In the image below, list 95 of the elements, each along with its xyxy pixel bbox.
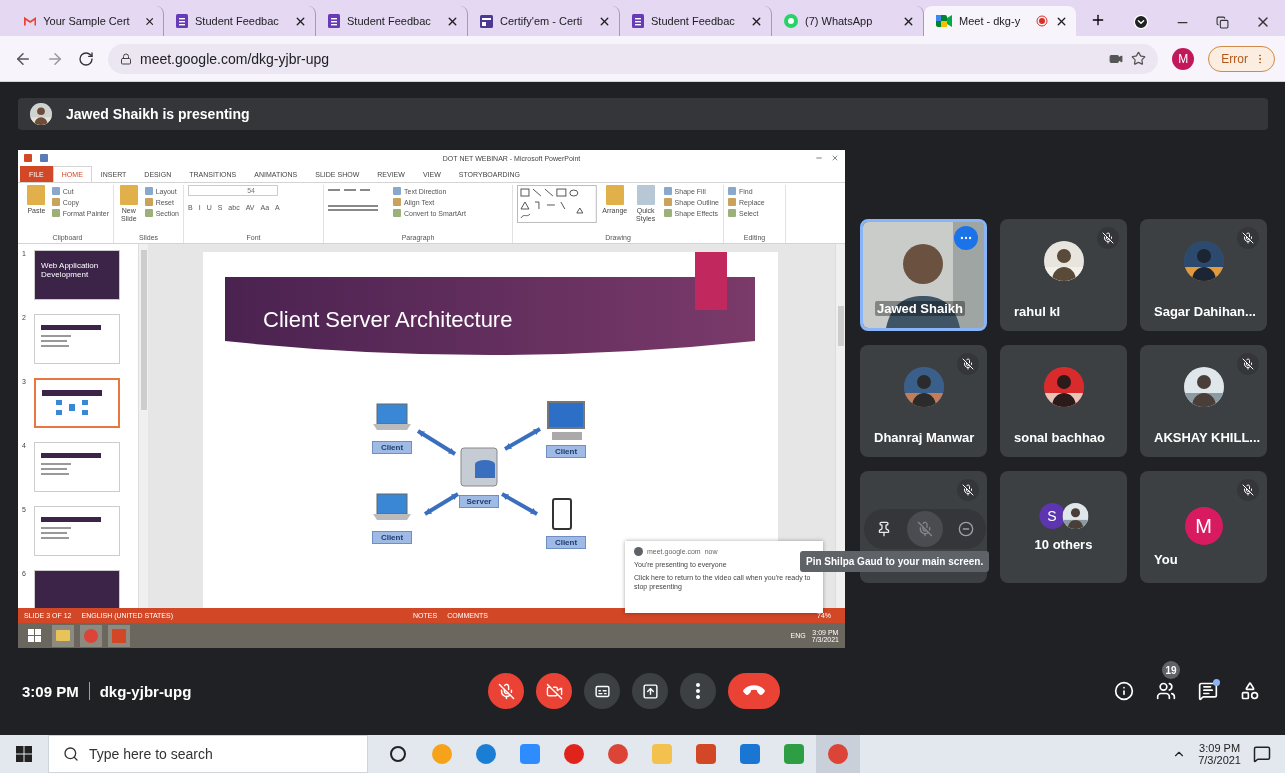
shapes-gallery-icon xyxy=(517,185,597,223)
document-icon xyxy=(480,14,493,28)
meeting-code: dkg-yjbr-upg xyxy=(99,682,192,700)
presentation-app-icon xyxy=(108,624,130,647)
folder-icon xyxy=(52,624,74,647)
save-icon xyxy=(40,154,48,162)
url-text: meet.google.com/dkg-yjbr-upg xyxy=(140,50,330,67)
tab-search-icon[interactable] xyxy=(1133,14,1149,30)
present-button[interactable] xyxy=(632,673,668,709)
node-label: Server xyxy=(459,495,499,508)
tab-title: Student Feedbac xyxy=(195,15,279,27)
slide-thumbnail[interactable] xyxy=(34,506,120,556)
phone-icon xyxy=(552,498,572,530)
site-icon xyxy=(634,547,643,557)
tab-title: Student Feedbac xyxy=(651,15,735,27)
mail-icon xyxy=(24,15,37,27)
participant-name: Jawed Shaikh xyxy=(875,301,965,316)
mic-off-icon xyxy=(497,682,515,700)
double-arrow xyxy=(416,429,457,456)
bookmark-star-icon[interactable] xyxy=(1131,51,1147,66)
presenter-text: Jawed Shaikh is presenting xyxy=(66,106,250,122)
search-icon xyxy=(63,746,79,762)
meeting-time: 3:09 PM xyxy=(22,682,79,700)
node-label: Client xyxy=(546,445,586,458)
node-label: Client xyxy=(372,531,412,544)
mic-off-icon xyxy=(917,521,933,537)
video-camera-icon xyxy=(936,15,952,27)
node-label: Client xyxy=(372,441,412,454)
slide-thumbnail[interactable] xyxy=(34,570,120,608)
profile-avatar[interactable]: M xyxy=(1172,47,1195,70)
app-icon xyxy=(24,154,32,162)
participant-name: rahul kl xyxy=(1013,304,1062,319)
participant-name: Sagar Dahihan... xyxy=(1153,304,1257,319)
computer-icon xyxy=(547,401,585,440)
camera-button[interactable] xyxy=(536,673,572,709)
server-icon xyxy=(460,447,498,487)
minus-circle-icon xyxy=(957,521,974,537)
slide-thumbnail[interactable] xyxy=(34,442,120,492)
slide-thumbnail[interactable]: Web Application Development xyxy=(34,250,120,300)
participant-name: You xyxy=(1153,552,1179,567)
error-button[interactable]: Error xyxy=(1208,45,1275,72)
lock-icon xyxy=(120,52,132,65)
form-icon xyxy=(632,14,644,28)
tab-title: Certify'em - Certi xyxy=(500,15,583,27)
minimize-icon xyxy=(815,154,823,162)
chat-bubble-icon xyxy=(784,14,798,28)
participant-count: 19 xyxy=(1162,661,1180,679)
close-icon xyxy=(831,154,839,162)
leave-call-button[interactable] xyxy=(728,673,780,709)
avatar: M xyxy=(1184,507,1223,545)
microphone-button[interactable] xyxy=(488,673,524,709)
tooltip: Pin Shilpa Gaud to your main screen. xyxy=(800,551,990,572)
notification-center-icon[interactable] xyxy=(1253,745,1271,763)
search-field[interactable]: Type here to search xyxy=(48,735,368,773)
slide-thumbnail[interactable] xyxy=(34,314,120,364)
tab-title: Your Sample Cert xyxy=(43,15,130,27)
address-bar[interactable]: meet.google.com/dkg-yjbr-upg xyxy=(108,43,1159,74)
slide-title: Client Server Architecture xyxy=(263,307,513,333)
participant-name: sonal bachhao xyxy=(1013,430,1107,445)
info-icon[interactable] xyxy=(1114,681,1134,701)
mini-diagram-icon xyxy=(42,390,102,418)
double-arrow xyxy=(504,427,541,451)
search-placeholder: Type here to search xyxy=(89,746,213,762)
participant-name: AKSHAY KHILL... xyxy=(1153,430,1262,445)
camera-off-icon xyxy=(545,682,563,700)
chat-button[interactable] xyxy=(1198,681,1218,701)
participant-name: 10 others xyxy=(1033,537,1094,552)
avatar: S xyxy=(1039,503,1065,529)
browser-tab[interactable]: Meet - dkg-y xyxy=(924,6,1076,36)
more-options-button[interactable] xyxy=(680,673,716,709)
captions-button[interactable] xyxy=(584,673,620,709)
people-icon[interactable] xyxy=(1156,681,1176,701)
start-icon[interactable] xyxy=(16,746,32,762)
more-icon xyxy=(696,683,700,699)
form-icon xyxy=(328,14,340,28)
restore-icon[interactable] xyxy=(1216,15,1229,29)
browser-icon xyxy=(80,624,102,647)
activities-icon[interactable] xyxy=(1240,681,1260,701)
clock-date: 7/3/2021 xyxy=(1198,754,1241,766)
laptop-icon xyxy=(373,493,411,520)
tab-title: Student Feedbac xyxy=(347,15,431,27)
tab-title: (7) WhatsApp xyxy=(805,15,873,27)
clock-time: 3:09 PM xyxy=(1199,742,1241,754)
slide-thumbnail[interactable] xyxy=(34,378,120,428)
thumbnail-title: Web Application Development xyxy=(41,261,100,280)
double-arrow xyxy=(423,492,460,516)
node-label: Client xyxy=(546,536,586,549)
laptop-icon xyxy=(373,403,411,430)
reload-icon[interactable] xyxy=(78,50,94,67)
form-icon xyxy=(176,14,188,28)
double-arrow xyxy=(501,492,538,516)
tab-title: Meet - dkg-y xyxy=(959,15,1021,27)
participant-name: Dhanraj Manwar xyxy=(873,430,976,445)
present-icon xyxy=(641,682,659,700)
new-tab-icon[interactable] xyxy=(1090,12,1106,28)
